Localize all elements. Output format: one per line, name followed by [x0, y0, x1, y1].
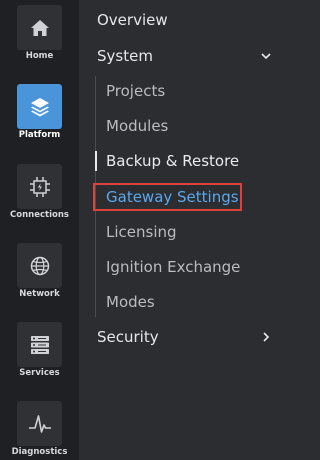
server-icon [30, 335, 49, 354]
rail-label-diagnostics: Diagnostics [11, 447, 68, 457]
connections-icon [29, 176, 50, 197]
submenu-active-marker [95, 151, 97, 171]
chevron-right-icon [261, 332, 271, 342]
rail-tile-diagnostics [17, 401, 62, 446]
nav-item-overview[interactable]: Overview [79, 5, 289, 35]
nav-item-projects-label: Projects [106, 82, 166, 100]
nav-item-overview-label: Overview [97, 11, 168, 29]
nav-group-system[interactable]: System [79, 41, 289, 71]
nav-group-security-label: Security [97, 328, 159, 346]
rail-item-diagnostics[interactable]: Diagnostics [0, 401, 79, 460]
rail-item-services[interactable]: Services [0, 322, 79, 402]
layers-icon [30, 97, 49, 116]
rail-tile-services [17, 322, 62, 367]
nav-item-ignition-exchange-label: Ignition Exchange [106, 258, 241, 276]
nav-item-projects[interactable]: Projects [79, 76, 289, 106]
pulse-icon [28, 414, 51, 433]
rail-item-platform[interactable]: Platform [0, 84, 79, 164]
nav-item-ignition-exchange[interactable]: Ignition Exchange [79, 252, 289, 282]
nav-item-backup-restore[interactable]: Backup & Restore [79, 146, 289, 176]
left-rail: Home Platform Connections Network Servic… [0, 0, 79, 460]
nav-item-modes-label: Modes [106, 293, 155, 311]
nav-group-security[interactable]: Security [79, 322, 289, 352]
chevron-down-icon [261, 51, 271, 61]
rail-label-network: Network [19, 289, 60, 299]
rail-tile-connections [17, 164, 62, 209]
rail-tile-network [17, 243, 62, 288]
rail-label-home: Home [25, 51, 54, 61]
rail-label-services: Services [19, 368, 60, 378]
nav-item-backup-restore-label: Backup & Restore [106, 152, 240, 170]
rail-item-network[interactable]: Network [0, 243, 79, 323]
rail-item-connections[interactable]: Connections [0, 164, 79, 244]
nav-item-gateway-settings-label: Gateway Settings [106, 188, 239, 206]
home-icon [30, 19, 49, 36]
nav-item-licensing[interactable]: Licensing [79, 217, 289, 247]
rail-item-home[interactable]: Home [0, 5, 79, 85]
nav-item-gateway-settings[interactable]: Gateway Settings [79, 182, 289, 212]
nav-item-modules[interactable]: Modules [79, 111, 289, 141]
platform-nav: Overview System Projects Modules Backup … [79, 0, 289, 460]
nav-item-modules-label: Modules [106, 117, 169, 135]
nav-item-licensing-label: Licensing [106, 223, 177, 241]
rail-label-connections: Connections [10, 210, 69, 220]
nav-group-system-label: System [97, 47, 153, 65]
submenu-guide-line [95, 76, 96, 317]
rail-label-platform: Platform [18, 130, 61, 140]
globe-icon [30, 256, 49, 275]
rail-tile-home [17, 5, 62, 50]
gateway-app: Home Platform Connections Network Servic… [0, 0, 289, 460]
rail-tile-platform [17, 84, 62, 129]
nav-item-modes[interactable]: Modes [79, 287, 289, 317]
